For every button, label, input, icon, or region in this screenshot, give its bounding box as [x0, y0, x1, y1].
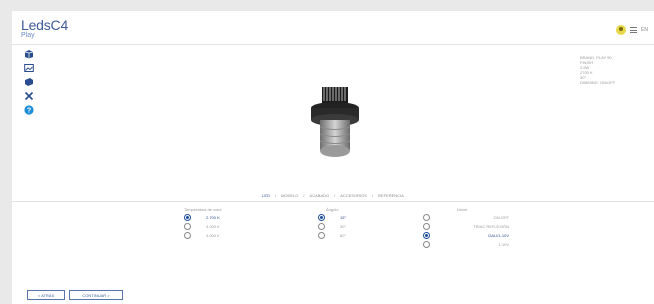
option-label: 15°	[340, 215, 347, 220]
driver-option[interactable]: 1-10V	[423, 240, 509, 249]
temperature-option[interactable]: 2.700 K	[184, 213, 222, 222]
radio-button[interactable]	[184, 214, 191, 221]
configurator-steps: LED / MODELO / ACABADO / ACCESORIOS / RE…	[12, 193, 654, 198]
layers-icon[interactable]	[23, 76, 35, 88]
radio-button[interactable]	[318, 223, 325, 230]
driver-option[interactable]: TRIAC REFLEXIÓN	[423, 222, 509, 231]
step-led[interactable]: LED	[262, 193, 270, 198]
help-icon[interactable]: ?	[23, 104, 35, 116]
driver-option[interactable]: DALI/1-10V	[423, 231, 509, 240]
language-selector[interactable]: EN	[641, 27, 648, 33]
divider	[12, 201, 654, 202]
option-label: 3.000 K	[206, 224, 220, 229]
product-specs: BRAND: PLAY 90 FINISH 2.5W 2700 K 30° DI…	[580, 55, 615, 85]
driver-options: Driver ON-OFF TRIAC REFLEXIÓN DALI/1-10V…	[423, 207, 509, 249]
spec-line: DIMMING: ON/OFF	[580, 80, 616, 85]
radio-button[interactable]	[423, 223, 430, 230]
option-label: 4.000 K	[206, 233, 220, 238]
svg-text:?: ?	[27, 107, 31, 114]
cube-view-icon[interactable]	[23, 48, 35, 60]
step-acabado[interactable]: ACABADO	[310, 193, 330, 198]
tool-bar: ?	[23, 48, 35, 116]
driver-option[interactable]: ON-OFF	[423, 213, 509, 222]
navigation-buttons: < ATRÁS CONTINUAR >	[27, 290, 123, 300]
radio-button[interactable]	[423, 241, 430, 248]
option-label: ON-OFF	[493, 215, 509, 220]
radio-button[interactable]	[184, 232, 191, 239]
angle-option[interactable]: 30°	[318, 222, 346, 231]
temperature-option[interactable]: 3.000 K	[184, 222, 222, 231]
step-accesorios[interactable]: ACCESORIOS	[340, 193, 367, 198]
step-separator: /	[371, 193, 374, 198]
product-image	[305, 79, 367, 165]
continue-button[interactable]: CONTINUAR >	[69, 290, 123, 300]
option-label: 1-10V	[498, 242, 509, 247]
option-label: 2.700 K	[206, 215, 220, 220]
brand-logo[interactable]: LedsC4	[21, 18, 68, 32]
header: LedsC4 Play EN	[12, 11, 654, 45]
configurator-window: LedsC4 Play EN ? BRAND: PLAY 90 FINISH 2…	[12, 11, 654, 304]
option-label: 30°	[340, 224, 347, 229]
image-icon[interactable]	[23, 62, 35, 74]
step-separator: /	[303, 193, 305, 198]
temperature-option[interactable]: 4.000 K	[184, 231, 222, 240]
angle-option[interactable]: 60°	[318, 231, 346, 240]
angle-option[interactable]: 15°	[318, 213, 346, 222]
product-family: Play	[21, 32, 35, 39]
option-label: TRIAC REFLEXIÓN	[473, 224, 509, 229]
radio-button[interactable]	[184, 223, 191, 230]
radio-button[interactable]	[318, 214, 325, 221]
user-icon[interactable]	[616, 25, 627, 35]
back-button[interactable]: < ATRÁS	[27, 290, 65, 300]
radio-button[interactable]	[423, 232, 430, 239]
option-label: DALI/1-10V	[488, 233, 509, 238]
angle-options: Ángulo 15° 30° 60°	[318, 207, 346, 240]
radio-button[interactable]	[423, 214, 430, 221]
radio-button[interactable]	[318, 232, 325, 239]
step-modelo[interactable]: MODELO	[281, 193, 298, 198]
header-actions: EN	[616, 25, 648, 35]
menu-icon[interactable]	[630, 27, 638, 33]
option-label: 60°	[340, 233, 347, 238]
close-icon[interactable]	[23, 90, 35, 102]
step-separator: /	[274, 193, 277, 198]
temperature-options: Temperatura de color 2.700 K 3.000 K 4.0…	[184, 207, 222, 240]
step-referencia[interactable]: REFERENCIA	[378, 193, 404, 198]
step-separator: /	[334, 193, 336, 198]
